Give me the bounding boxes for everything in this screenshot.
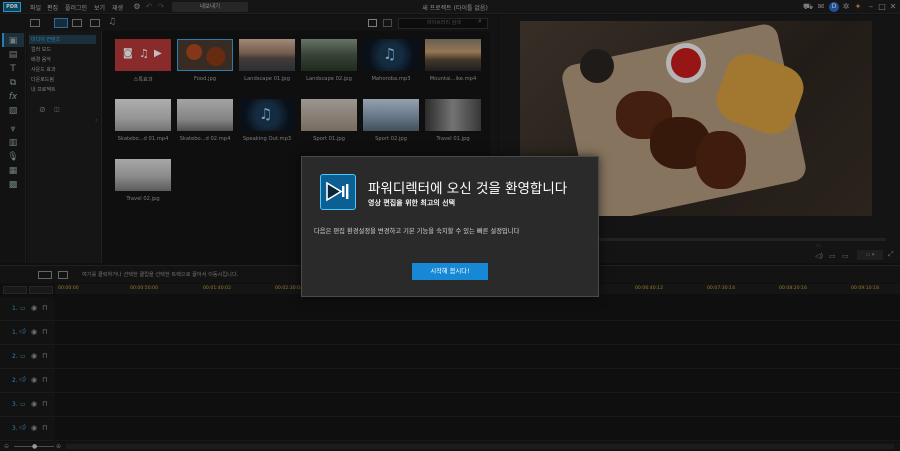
get-started-button[interactable]: 시작해 봅시다! [412, 263, 488, 280]
dialog-subtitle: 영상 편집을 위한 최고의 선택 [368, 199, 456, 207]
logo-graphic [326, 181, 349, 202]
dialog-description: 다음은 편집 환경설정을 변경하고 기본 기능을 숙지할 수 있는 빠른 설정입… [314, 228, 520, 235]
dialog-title: 파워디렉터에 오신 것을 환영합니다 [368, 181, 568, 197]
powerdirector-window: PDR 파일 편집 플러그인 보기 재생 ⚙ ↶ ↷ 내보내기 새 프로젝트 (… [0, 0, 900, 451]
powerdirector-logo-icon [320, 174, 356, 210]
welcome-dialog: 파워디렉터에 오신 것을 환영합니다 영상 편집을 위한 최고의 선택 다음은 … [301, 156, 599, 297]
